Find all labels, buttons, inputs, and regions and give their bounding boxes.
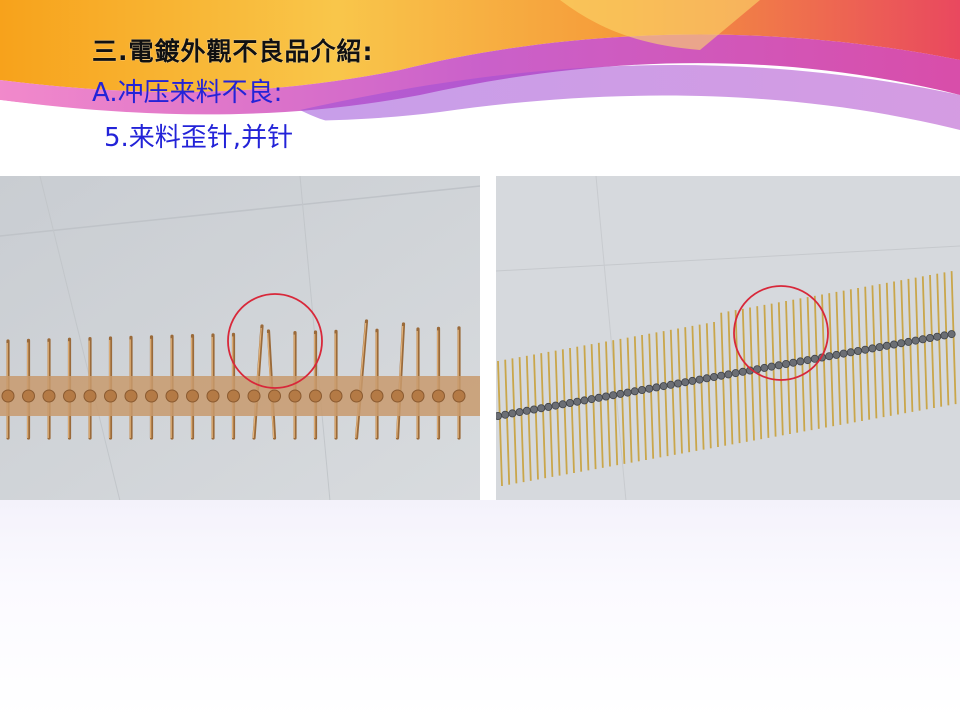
defect-item: 5.来料歪针,并针 <box>104 123 294 153</box>
photo-bent-pins-left <box>0 176 480 501</box>
bottom-gradient <box>0 500 960 720</box>
slide: 三.電鍍外觀不良品介紹: A.冲压来料不良: 5.来料歪针,并针 <box>0 0 960 720</box>
slide-title: 三.電鍍外觀不良品介紹: <box>92 37 374 66</box>
section-subtitle: A.冲压来料不良: <box>92 78 283 108</box>
photo-bent-pins-right <box>496 176 960 501</box>
